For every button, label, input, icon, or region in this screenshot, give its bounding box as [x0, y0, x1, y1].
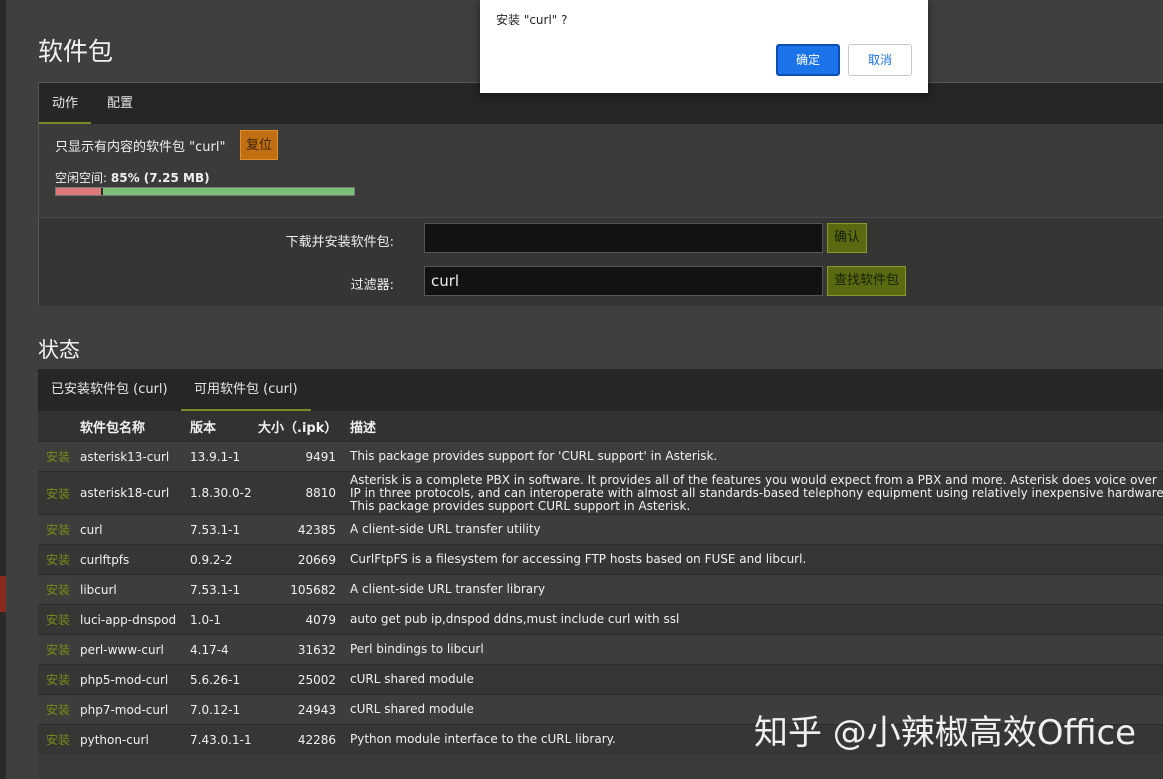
filter-status-text: 只显示有内容的软件包 "curl" [55, 140, 226, 155]
header-size: 大小（.ipk） [258, 411, 350, 442]
tab-actions[interactable]: 动作 [39, 83, 92, 124]
package-name: curl [80, 514, 190, 545]
package-description: Asterisk is a complete PBX in software. … [350, 471, 1163, 515]
package-size: 8810 [258, 471, 350, 515]
table-row: 安装 libcurl 7.53.1-1 105682 A client-side… [38, 574, 1163, 605]
package-name: luci-app-dnspod [80, 604, 190, 635]
install-form: 下载并安装软件包: 确认 过滤器: 查找软件包 [39, 217, 1163, 306]
package-description: cURL shared module [350, 664, 1163, 695]
package-size: 4079 [258, 604, 350, 635]
filter-label: 过滤器: [350, 278, 394, 293]
header-action [38, 411, 80, 442]
table-row: 安装 luci-app-dnspod 1.0-1 4079 auto get p… [38, 604, 1163, 635]
package-version: 7.53.1-1 [190, 514, 258, 545]
package-version: 5.6.26-1 [190, 664, 258, 695]
table-row: 安装 curlftpfs 0.9.2-2 20669 CurlFtpFS is … [38, 544, 1163, 575]
install-link[interactable]: 安装 [46, 523, 70, 537]
package-description: A client-side URL transfer utility [350, 514, 1163, 545]
free-space-line: 空闲空间: 85% (7.25 MB) [55, 169, 210, 186]
package-size: 20669 [258, 544, 350, 575]
package-name: libcurl [80, 574, 190, 605]
package-version: 4.17-4 [190, 634, 258, 665]
find-package-button[interactable]: 查找软件包 [827, 266, 907, 296]
free-space-value: 85% (7.25 MB) [110, 171, 210, 185]
package-description: CurlFtpFS is a filesystem for accessing … [350, 544, 1163, 575]
status-title: 状态 [38, 338, 80, 362]
package-version: 1.8.30.0-2 [190, 471, 258, 515]
package-version: 7.43.0.1-1 [190, 724, 258, 754]
package-name: curlftpfs [80, 544, 190, 575]
download-label: 下载并安装软件包: [285, 235, 394, 250]
page-title: 软件包 [38, 37, 114, 66]
status-tabbar: 已安装软件包 (curl) 可用软件包 (curl) [38, 369, 1163, 411]
install-link[interactable]: 安装 [46, 703, 70, 717]
reset-button[interactable]: 复位 [240, 130, 278, 160]
table-header-row: 软件包名称 版本 大小（.ipk） 描述 [38, 411, 1163, 442]
dialog-message: 安装 "curl" ? [496, 13, 568, 27]
package-name: python-curl [80, 724, 190, 754]
package-version: 0.9.2-2 [190, 544, 258, 575]
table-row: 安装 perl-www-curl 4.17-4 31632 Perl bindi… [38, 634, 1163, 665]
tab-config[interactable]: 配置 [94, 83, 146, 124]
used-space-fill [56, 188, 103, 195]
table-row: 安装 php5-mod-curl 5.6.26-1 25002 cURL sha… [38, 664, 1163, 695]
package-description: Perl bindings to libcurl [350, 634, 1163, 665]
main-page: 软件包 动作 配置 只显示有内容的软件包 "curl" 复位 空闲空间: 85%… [6, 0, 1163, 779]
package-version: 13.9.1-1 [190, 441, 258, 472]
free-space-bar [55, 187, 355, 196]
table-row: 安装 asterisk18-curl 1.8.30.0-2 8810 Aster… [38, 471, 1163, 515]
package-description: auto get pub ip,dnspod ddns,must include… [350, 604, 1163, 635]
confirm-download-button[interactable]: 确认 [827, 223, 868, 253]
confirm-dialog: 安装 "curl" ? 确定 取消 [480, 0, 928, 93]
header-description: 描述 [350, 411, 1163, 442]
package-name: perl-www-curl [80, 634, 190, 665]
package-size: 9491 [258, 441, 350, 472]
table-row: 安装 asterisk13-curl 13.9.1-1 9491 This pa… [38, 441, 1163, 472]
header-name: 软件包名称 [80, 411, 190, 442]
package-name: php7-mod-curl [80, 694, 190, 725]
install-link[interactable]: 安装 [46, 487, 70, 501]
package-size: 31632 [258, 634, 350, 665]
package-size: 42385 [258, 514, 350, 545]
filter-input[interactable] [424, 266, 823, 296]
package-version: 7.0.12-1 [190, 694, 258, 725]
table-row: 安装 curl 7.53.1-1 42385 A client-side URL… [38, 514, 1163, 545]
dialog-cancel-button[interactable]: 取消 [848, 44, 912, 76]
install-link[interactable]: 安装 [46, 613, 70, 627]
package-description: A client-side URL transfer library [350, 574, 1163, 605]
package-version: 7.53.1-1 [190, 574, 258, 605]
install-link[interactable]: 安装 [46, 450, 70, 464]
actions-panel: 动作 配置 只显示有内容的软件包 "curl" 复位 空闲空间: 85% (7.… [38, 82, 1163, 306]
install-link[interactable]: 安装 [46, 583, 70, 597]
package-description: This package provides support for 'CURL … [350, 441, 1163, 472]
dialog-ok-button[interactable]: 确定 [776, 44, 840, 76]
free-space-label: 空闲空间: [55, 171, 108, 185]
download-input[interactable] [424, 223, 823, 253]
package-name: php5-mod-curl [80, 664, 190, 695]
tab-installed-packages[interactable]: 已安装软件包 (curl) [38, 369, 181, 411]
install-link[interactable]: 安装 [46, 643, 70, 657]
package-name: asterisk13-curl [80, 441, 190, 472]
watermark: 知乎 @小辣椒高效Office [754, 713, 1137, 753]
package-size: 42286 [258, 724, 350, 754]
install-link[interactable]: 安装 [46, 733, 70, 747]
package-name: asterisk18-curl [80, 471, 190, 515]
packages-table: 软件包名称 版本 大小（.ipk） 描述 安装 asterisk13-curl … [38, 411, 1163, 754]
install-link[interactable]: 安装 [46, 553, 70, 567]
header-version: 版本 [190, 411, 258, 442]
install-link[interactable]: 安装 [46, 673, 70, 687]
package-version: 1.0-1 [190, 604, 258, 635]
package-size: 25002 [258, 664, 350, 695]
tab-available-packages[interactable]: 可用软件包 (curl) [181, 369, 311, 411]
package-size: 105682 [258, 574, 350, 605]
package-size: 24943 [258, 694, 350, 725]
